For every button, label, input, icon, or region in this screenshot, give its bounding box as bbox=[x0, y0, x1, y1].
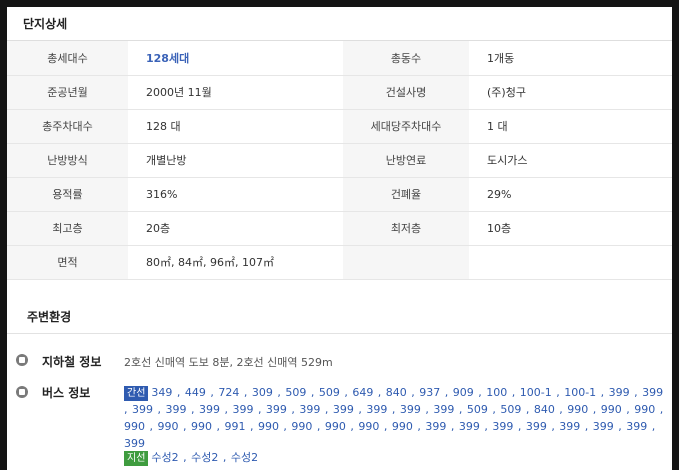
info-label: 세대당주차대수 bbox=[343, 109, 469, 144]
info-label: 준공년월 bbox=[7, 75, 128, 110]
info-row: 면적 80㎡, 84㎡, 96㎡, 107㎡ bbox=[7, 245, 672, 280]
info-label: 총주차대수 bbox=[7, 109, 128, 144]
branch-route-list[interactable]: 수성2 , 수성2 , 수성2 bbox=[151, 451, 258, 464]
info-label: 건폐율 bbox=[343, 177, 469, 212]
branch-bus-routes: 지선 수성2 , 수성2 , 수성2 bbox=[124, 449, 669, 466]
info-label: 난방연료 bbox=[343, 143, 469, 178]
info-label: 건설사명 bbox=[343, 75, 469, 110]
info-value: 10층 bbox=[469, 211, 672, 246]
info-label: 최저층 bbox=[343, 211, 469, 246]
info-value: (주)청구 bbox=[469, 75, 672, 110]
info-value: 개별난방 bbox=[128, 143, 343, 178]
info-label: 면적 bbox=[7, 245, 128, 280]
section-title-complex: 단지상세 bbox=[7, 7, 672, 41]
info-value: 316% bbox=[128, 177, 343, 212]
subway-info-value: 2호선 신매역 도보 8분, 2호선 신매역 529m bbox=[124, 356, 333, 369]
info-row: 총주차대수 128 대 세대당주차대수 1 대 bbox=[7, 109, 672, 144]
section-title-surroundings: 주변환경 bbox=[7, 300, 672, 334]
info-row: 최고층 20층 최저층 10층 bbox=[7, 211, 672, 246]
bus-info-row: 버스 정보 간선 349 , 449 , 724 , 309 , 509 , 50… bbox=[7, 382, 672, 467]
complex-detail-panel: 단지상세 총세대수 128세대 총동수 1개동 준공년월 2000년 11월 건설사명 (주)… bbox=[7, 7, 672, 470]
info-label bbox=[343, 245, 469, 280]
info-value: 1개동 bbox=[469, 41, 672, 76]
info-label: 난방방식 bbox=[7, 143, 128, 178]
info-row: 난방방식 개별난방 난방연료 도시가스 bbox=[7, 143, 672, 178]
branch-route-tag: 지선 bbox=[124, 451, 149, 466]
subway-info-label: 지하철 정보 bbox=[42, 355, 102, 369]
bus-icon bbox=[16, 386, 28, 398]
info-value: 80㎡, 84㎡, 96㎡, 107㎡ bbox=[128, 245, 343, 280]
info-label: 총동수 bbox=[343, 41, 469, 76]
info-row: 용적률 316% 건폐율 29% bbox=[7, 177, 672, 212]
main-bus-routes: 간선 349 , 449 , 724 , 309 , 509 , 509 , 64… bbox=[124, 384, 669, 452]
info-label: 최고층 bbox=[7, 211, 128, 246]
info-label: 총세대수 bbox=[7, 41, 128, 76]
info-value bbox=[469, 245, 672, 280]
bus-info-label: 버스 정보 bbox=[42, 386, 91, 400]
info-value: 2000년 11월 bbox=[128, 75, 343, 110]
complex-info-table: 총세대수 128세대 총동수 1개동 준공년월 2000년 11월 건설사명 (주)청구 총주차… bbox=[7, 41, 672, 280]
info-value: 128 대 bbox=[128, 109, 343, 144]
info-value: 128세대 bbox=[128, 41, 343, 76]
subway-info-row: 지하철 정보 2호선 신매역 도보 8분, 2호선 신매역 529m bbox=[7, 351, 672, 371]
info-row: 준공년월 2000년 11월 건설사명 (주)청구 bbox=[7, 75, 672, 110]
info-value: 20층 bbox=[128, 211, 343, 246]
info-value: 도시가스 bbox=[469, 143, 672, 178]
info-value: 1 대 bbox=[469, 109, 672, 144]
info-value: 29% bbox=[469, 177, 672, 212]
main-route-tag: 간선 bbox=[124, 386, 149, 401]
subway-icon bbox=[16, 354, 28, 366]
main-route-list[interactable]: 349 , 449 , 724 , 309 , 509 , 509 , 649 … bbox=[124, 386, 663, 450]
info-row: 총세대수 128세대 총동수 1개동 bbox=[7, 41, 672, 76]
info-label: 용적률 bbox=[7, 177, 128, 212]
